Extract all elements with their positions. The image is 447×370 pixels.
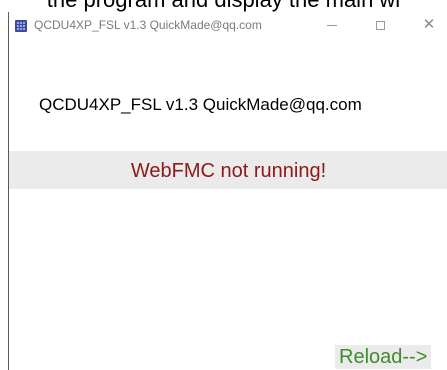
maximize-button[interactable]: [368, 16, 392, 34]
app-window: QCDU4XP_FSL v1.3 QuickMade@qq.com ✕ QCDU…: [8, 12, 447, 370]
reload-button[interactable]: Reload-->: [335, 345, 432, 369]
title-bar[interactable]: QCDU4XP_FSL v1.3 QuickMade@qq.com ✕: [9, 12, 447, 38]
status-panel: WebFMC not running!: [9, 151, 447, 189]
app-header-label: QCDU4XP_FSL v1.3 QuickMade@qq.com: [39, 95, 362, 114]
window-title: QCDU4XP_FSL v1.3 QuickMade@qq.com: [34, 18, 262, 32]
status-message: WebFMC not running!: [130, 160, 327, 182]
background-caption: the program and display the main wi: [0, 0, 447, 12]
calculator-icon: [15, 20, 27, 32]
minimize-icon: [327, 25, 337, 27]
maximize-icon: [375, 21, 385, 31]
minimize-button[interactable]: [320, 16, 344, 34]
close-button[interactable]: ✕: [417, 16, 441, 34]
close-icon: ✕: [422, 16, 436, 33]
